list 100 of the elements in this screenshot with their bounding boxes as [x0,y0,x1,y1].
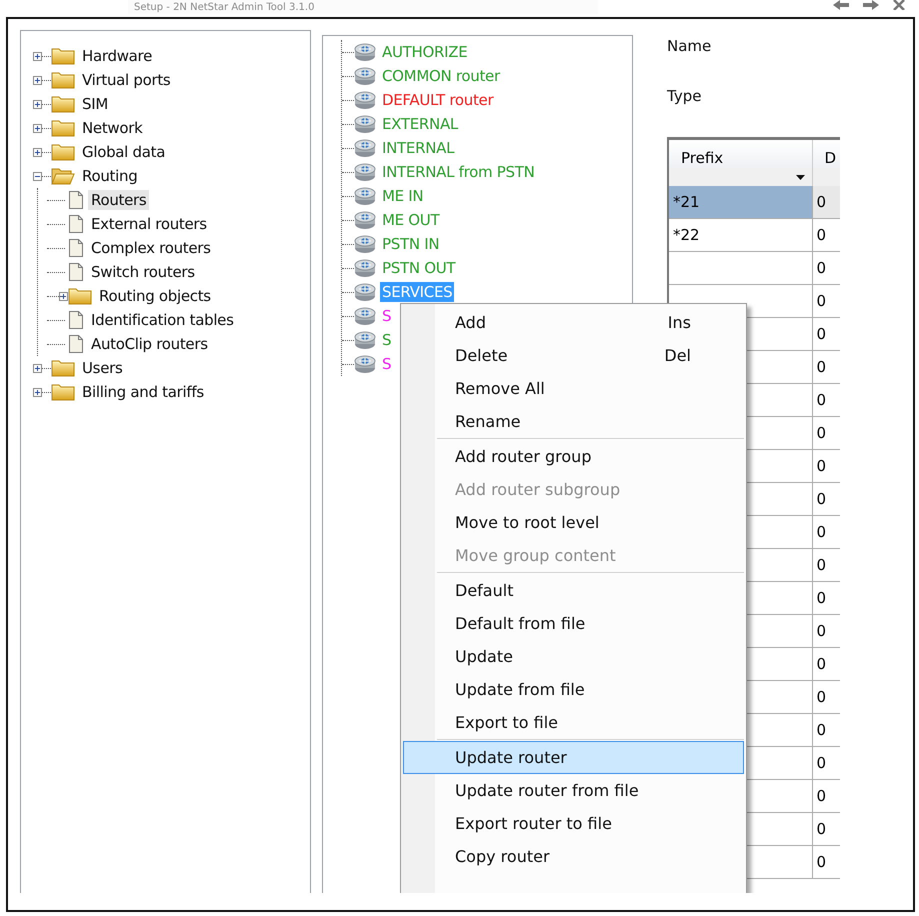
menu-item[interactable]: Move to root level [403,506,744,539]
dropdown-icon[interactable] [796,174,804,180]
table-cell: 0 [816,325,826,343]
tree-item[interactable]: Identification tables [88,310,237,330]
shortcut-label: Ins [668,313,691,332]
document-icon [68,334,84,354]
expand-icon[interactable] [33,364,42,372]
tree-item[interactable]: Hardware [79,46,156,66]
router-icon [354,41,376,63]
expand-icon[interactable] [33,148,42,156]
menu-item[interactable]: Default [403,574,744,607]
menu-item[interactable]: Update router [403,741,744,774]
router-icon [354,257,376,279]
folder-icon [51,95,75,113]
table-cell: 0 [816,787,826,805]
router-icon [354,281,376,303]
tree-item[interactable]: External routers [88,214,210,234]
router-icon [354,113,376,135]
folder-icon [51,119,75,137]
tree-item[interactable]: Users [79,358,126,378]
forward-icon[interactable] [863,0,879,10]
router-icon [354,305,376,327]
router-item[interactable]: DEFAULT router [380,90,496,110]
table-cell: 0 [816,358,826,376]
table-cell: 0 [816,655,826,673]
table-cell: 0 [816,391,826,409]
menu-item[interactable]: Update from file [403,673,744,706]
menu-item[interactable]: Export router to file [403,807,744,840]
table-cell: 0 [816,820,826,838]
menu-item[interactable]: Copy router [403,840,744,873]
tree-item[interactable]: SIM [79,94,111,114]
table-cell: *21 [673,193,700,211]
menu-item[interactable]: Update [403,640,744,673]
router-icon [354,353,376,375]
folder-icon [51,167,75,185]
document-icon [68,262,84,282]
expand-icon[interactable] [59,292,68,300]
table-cell: *22 [673,226,700,244]
expand-icon[interactable] [33,388,42,396]
table-cell: 0 [816,292,826,310]
menu-item[interactable]: Update router from file [403,774,744,807]
column-header[interactable]: D [812,140,840,168]
column-header[interactable]: Prefix [669,140,812,168]
collapse-icon[interactable] [33,172,42,180]
back-icon[interactable] [833,0,849,10]
tree-item[interactable]: Network [79,118,146,138]
document-icon [68,190,84,210]
table-cell: 0 [816,259,826,277]
router-icon [354,161,376,183]
close-icon[interactable] [893,0,905,10]
expand-icon[interactable] [33,76,42,84]
tree-item[interactable]: Routing [79,166,140,186]
tree-item[interactable]: Complex routers [88,238,214,258]
table-cell: 0 [816,853,826,871]
menu-item[interactable]: Export to file [403,706,744,739]
expand-icon[interactable] [33,52,42,60]
folder-icon [51,143,75,161]
expand-icon[interactable] [33,124,42,132]
tree-item[interactable]: Global data [79,142,168,162]
type-label: Type [667,87,702,107]
menu-item[interactable]: Rename [403,405,744,438]
menu-item[interactable]: Remove All [403,372,744,405]
tree-item[interactable]: Billing and tariffs [79,382,207,402]
folder-icon [51,359,75,377]
table-cell: 0 [816,688,826,706]
tree-item[interactable]: Virtual ports [79,70,174,90]
menu-item[interactable]: Delete Del [403,339,744,372]
router-icon [354,209,376,231]
expand-icon[interactable] [33,100,42,108]
table-cell: 0 [816,457,826,475]
table-cell: 0 [816,622,826,640]
router-icon [354,89,376,111]
menu-item[interactable]: Add router group [403,440,744,473]
router-icon [354,233,376,255]
menu-item[interactable]: Add Ins [403,306,744,339]
folder-icon [68,287,92,305]
folder-icon [51,383,75,401]
tree-item[interactable]: Switch routers [88,262,198,282]
table-cell: 0 [816,556,826,574]
document-icon [68,238,84,258]
shortcut-label: Del [664,346,691,365]
tree-item[interactable]: Routers [88,190,150,210]
table-cell: 0 [816,589,826,607]
document-icon [68,214,84,234]
router-icon [354,65,376,87]
tree-item[interactable]: AutoClip routers [88,334,211,354]
table-cell: 0 [816,490,826,508]
table-cell: 0 [816,523,826,541]
table-cell: 0 [816,193,826,211]
folder-icon [51,47,75,65]
filter-cell[interactable] [669,168,812,186]
table-cell: 0 [816,424,826,442]
tree-item[interactable]: Routing objects [96,286,214,306]
folder-icon [51,71,75,89]
table-cell: 0 [816,754,826,772]
table-cell: 0 [816,721,826,739]
document-icon [68,310,84,330]
menu-item[interactable]: Default from file [403,607,744,640]
name-label: Name [667,37,712,57]
router-icon [354,137,376,159]
